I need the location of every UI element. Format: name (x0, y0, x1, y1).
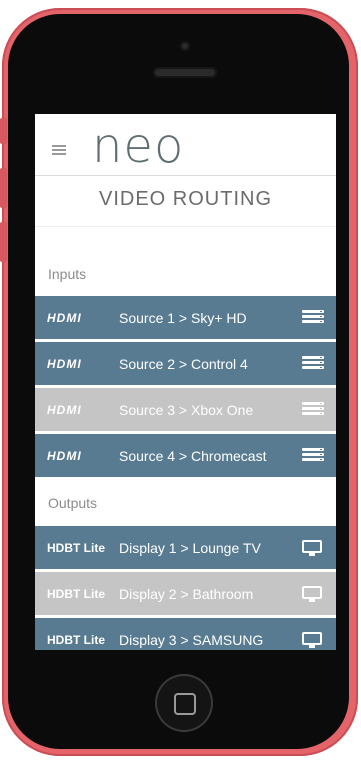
input-row-3[interactable]: HDMI Source 3 > Xbox One (35, 388, 336, 431)
input-stack-icon (302, 309, 324, 326)
output-row-label: Display 3 > SAMSUNG (119, 631, 264, 648)
home-square-icon (174, 693, 196, 715)
hdbt-logo: HDBT Lite (47, 632, 105, 647)
monitor-icon (302, 631, 324, 648)
input-row-label: Source 3 > Xbox One (119, 401, 254, 418)
menu-icon[interactable] (52, 145, 66, 155)
input-stack-icon (302, 401, 324, 418)
hdmi-logo: HDMI (47, 448, 82, 463)
outputs-section-label: Outputs (48, 495, 98, 511)
input-stack-icon (302, 447, 324, 464)
app-header: neo (35, 114, 336, 174)
inputs-section-label: Inputs (48, 266, 87, 282)
hdbt-logo: HDBT Lite (47, 540, 105, 555)
output-row-2[interactable]: HDBT Lite Display 2 > Bathroom (35, 572, 336, 615)
header-divider (35, 175, 336, 176)
input-row-label: Source 4 > Chromecast (119, 447, 267, 464)
output-row-3[interactable]: HDBT Lite Display 3 > SAMSUNG (35, 618, 336, 650)
front-camera (180, 41, 190, 51)
silent-switch (0, 118, 7, 144)
app-logo: neo (92, 118, 185, 174)
input-row-2[interactable]: HDMI Source 2 > Control 4 (35, 342, 336, 385)
hdbt-logo: HDBT Lite (47, 586, 105, 601)
home-button[interactable] (155, 674, 213, 732)
hdmi-logo: HDMI (47, 356, 82, 371)
monitor-icon (302, 539, 324, 556)
monitor-icon (302, 585, 324, 602)
page-title: VIDEO ROUTING (98, 188, 272, 210)
hdmi-logo: HDMI (47, 310, 82, 325)
volume-down-button (0, 222, 7, 262)
title-divider (35, 226, 336, 227)
volume-up-button (0, 168, 7, 208)
input-stack-icon (302, 355, 324, 372)
earpiece-speaker (153, 67, 217, 78)
input-row-label: Source 2 > Control 4 (119, 355, 248, 372)
input-row-label: Source 1 > Sky+ HD (119, 309, 247, 326)
output-row-1[interactable]: HDBT Lite Display 1 > Lounge TV (35, 526, 336, 569)
input-row-4[interactable]: HDMI Source 4 > Chromecast (35, 434, 336, 477)
output-row-label: Display 2 > Bathroom (119, 585, 254, 602)
hdmi-logo: HDMI (47, 402, 82, 417)
input-row-1[interactable]: HDMI Source 1 > Sky+ HD (35, 296, 336, 339)
output-row-label: Display 1 > Lounge TV (119, 539, 261, 556)
app-screen: neo VIDEO ROUTING Inputs HDMI Source 1 >… (35, 114, 336, 650)
